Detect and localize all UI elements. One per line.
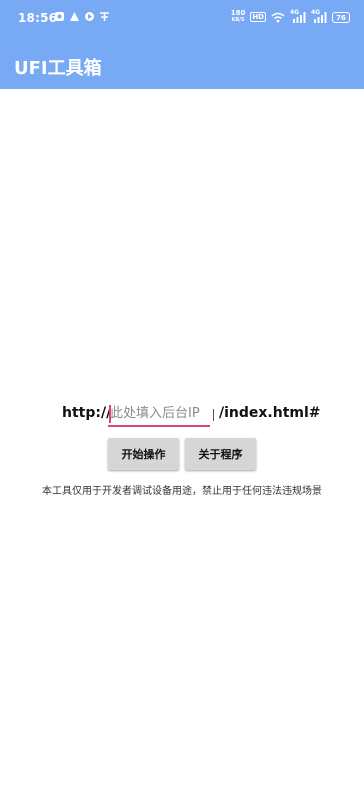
url-prefix: http:// [62, 405, 112, 421]
separator [213, 409, 214, 421]
status-left-icons [54, 11, 110, 22]
sync-icon [85, 12, 94, 21]
disclaimer-text: 本工具仅用于开发者调试设备用途，禁止用于任何违法违规场景 [42, 486, 322, 497]
battery-icon: 76 [332, 11, 350, 23]
signal-bars-icon [314, 11, 327, 23]
text-cursor [109, 405, 111, 423]
signal-bars-icon [293, 11, 306, 23]
app-title: UFI工具箱 [14, 58, 102, 79]
network-speed: 180 KB/S [230, 9, 246, 24]
about-button[interactable]: 关于程序 [185, 438, 256, 470]
status-right: 180 KB/S HD 4G 4G 76 [230, 9, 350, 24]
status-time: 18:56 [18, 11, 58, 25]
signal-1: 4G [290, 9, 306, 23]
start-button[interactable]: 开始操作 [108, 438, 179, 470]
app-header: 18:56 180 KB/S HD 4G 4G 76 UFI工具箱 [0, 0, 364, 89]
status-bar: 18:56 180 KB/S HD 4G 4G 76 [0, 0, 364, 38]
url-suffix: /index.html# [219, 405, 321, 421]
wifi-icon [271, 12, 285, 22]
notification-icon [55, 12, 64, 21]
signal-2: 4G [311, 9, 327, 23]
app-icon [70, 12, 79, 21]
ip-input[interactable] [108, 401, 210, 427]
cast-icon [100, 12, 109, 21]
url-input-row: http:// /index.html# [0, 401, 364, 431]
hd-badge: HD [250, 12, 266, 22]
